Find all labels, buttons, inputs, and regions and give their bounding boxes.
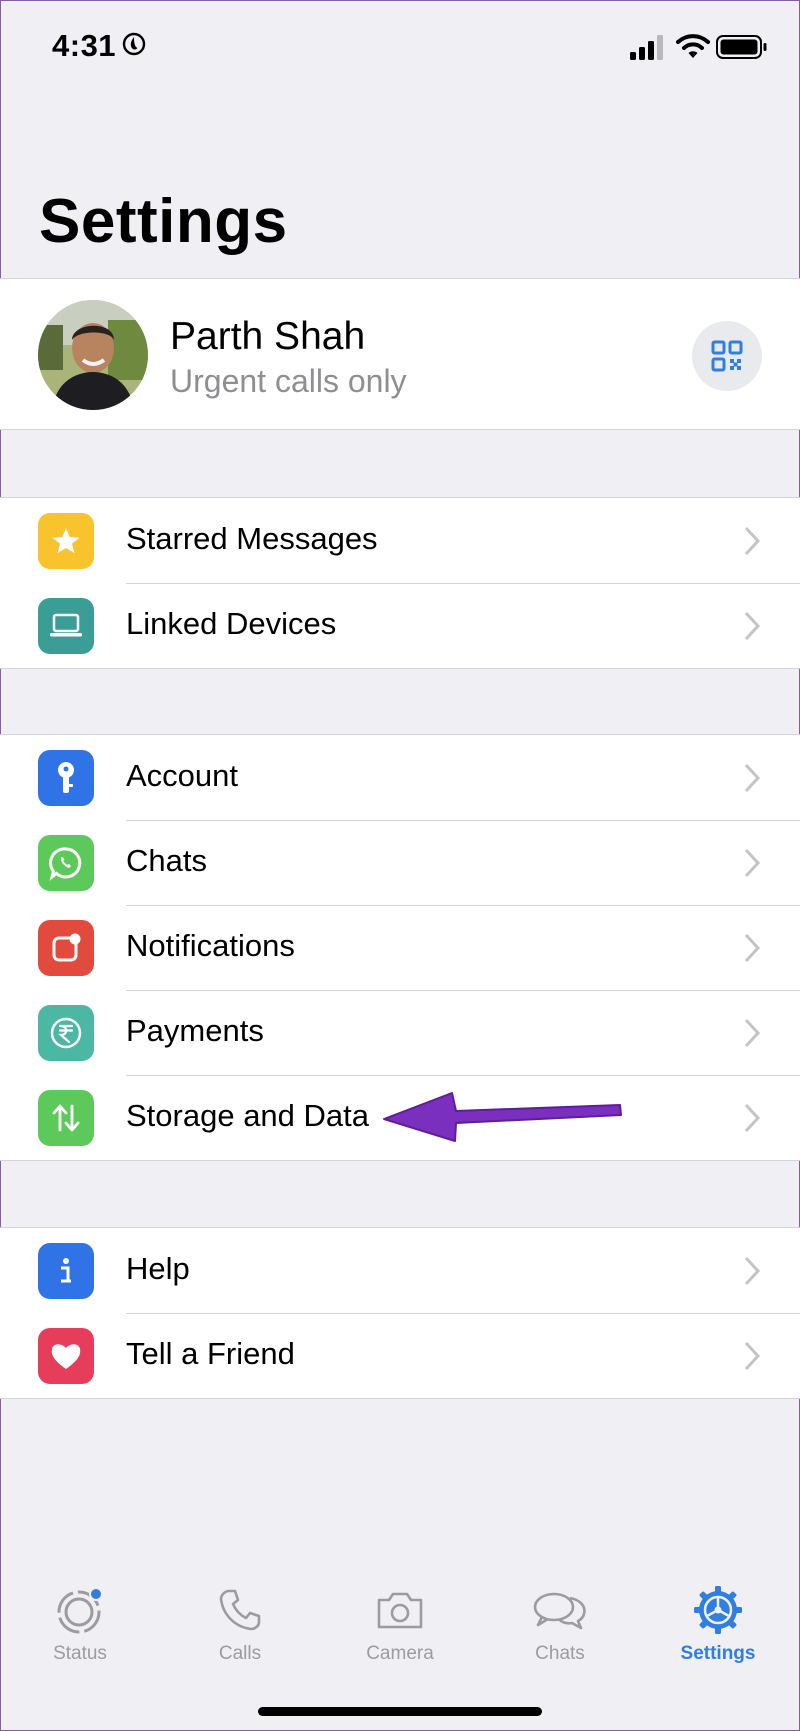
chevron-right-icon	[744, 1341, 761, 1371]
status-time: 4:31	[52, 28, 117, 63]
row-label: Notifications	[126, 928, 295, 963]
status-icon	[57, 1587, 103, 1634]
battery-icon	[716, 35, 767, 59]
chevron-right-icon	[744, 526, 761, 556]
cellular-signal-icon	[630, 35, 663, 60]
settings-row-notifications[interactable]: Notifications	[0, 905, 800, 990]
rupee-icon	[38, 1005, 94, 1061]
focus-mode-icon	[122, 32, 146, 56]
settings-row-chats[interactable]: Chats	[0, 820, 800, 905]
profile-photo	[38, 300, 148, 410]
phone-icon	[219, 1589, 261, 1631]
chevron-right-icon	[744, 1256, 761, 1286]
profile-status: Urgent calls only	[170, 363, 407, 399]
wifi-icon	[676, 34, 710, 58]
annotation-arrow	[383, 1092, 622, 1142]
row-label: Payments	[126, 1013, 264, 1048]
row-label: Account	[126, 758, 239, 793]
whatsapp-icon	[38, 835, 94, 891]
row-label: Chats	[126, 843, 207, 878]
tab-label: Chats	[535, 1643, 585, 1664]
settings-gear-icon	[694, 1586, 742, 1634]
key-icon	[38, 750, 94, 806]
tab-label: Camera	[366, 1643, 434, 1664]
profile-name: Parth Shah	[170, 315, 366, 358]
home-indicator	[258, 1707, 542, 1716]
row-label: Storage and Data	[126, 1098, 370, 1133]
chevron-right-icon	[744, 611, 761, 641]
row-label: Tell a Friend	[126, 1336, 295, 1371]
tab-camera[interactable]: Camera	[335, 1583, 465, 1665]
avatar[interactable]	[38, 300, 148, 410]
camera-icon	[377, 1592, 423, 1629]
row-label: Linked Devices	[126, 606, 337, 641]
page-title: Settings	[39, 187, 288, 256]
chat-bubbles-icon	[533, 1592, 586, 1630]
laptop-icon	[38, 598, 94, 654]
settings-group-starred: Starred Messages Linked Devices	[0, 497, 800, 669]
tab-calls[interactable]: Calls	[175, 1583, 305, 1665]
tab-settings[interactable]: Settings	[653, 1583, 783, 1665]
notification-icon	[38, 920, 94, 976]
chevron-right-icon	[744, 933, 761, 963]
qr-code-button[interactable]	[692, 321, 762, 391]
chevron-right-icon	[744, 763, 761, 793]
settings-row-account[interactable]: Account	[0, 735, 800, 820]
settings-row-help[interactable]: Help	[0, 1228, 800, 1313]
settings-group-help: Help Tell a Friend	[0, 1227, 800, 1399]
tab-status[interactable]: Status	[15, 1583, 145, 1665]
settings-row-tell-a-friend[interactable]: Tell a Friend	[0, 1313, 800, 1398]
star-icon	[38, 513, 94, 569]
tab-label: Settings	[680, 1643, 756, 1664]
settings-row-starred-messages[interactable]: Starred Messages	[0, 498, 800, 583]
status-bar: 4:31	[0, 0, 800, 95]
settings-row-linked-devices[interactable]: Linked Devices	[0, 583, 800, 668]
heart-icon	[38, 1328, 94, 1384]
row-label: Starred Messages	[126, 521, 378, 556]
qr-code-icon	[711, 340, 743, 372]
profile-row[interactable]: Parth Shah Urgent calls only	[0, 278, 800, 430]
chevron-right-icon	[744, 1103, 761, 1133]
row-label: Help	[126, 1251, 190, 1286]
tab-chats[interactable]: Chats	[495, 1583, 625, 1665]
settings-row-payments[interactable]: Payments	[0, 990, 800, 1075]
chevron-right-icon	[744, 1018, 761, 1048]
arrows-updown-icon	[38, 1090, 94, 1146]
tab-label: Status	[53, 1643, 107, 1664]
chevron-right-icon	[744, 848, 761, 878]
info-icon	[38, 1243, 94, 1299]
tab-label: Calls	[218, 1643, 262, 1664]
